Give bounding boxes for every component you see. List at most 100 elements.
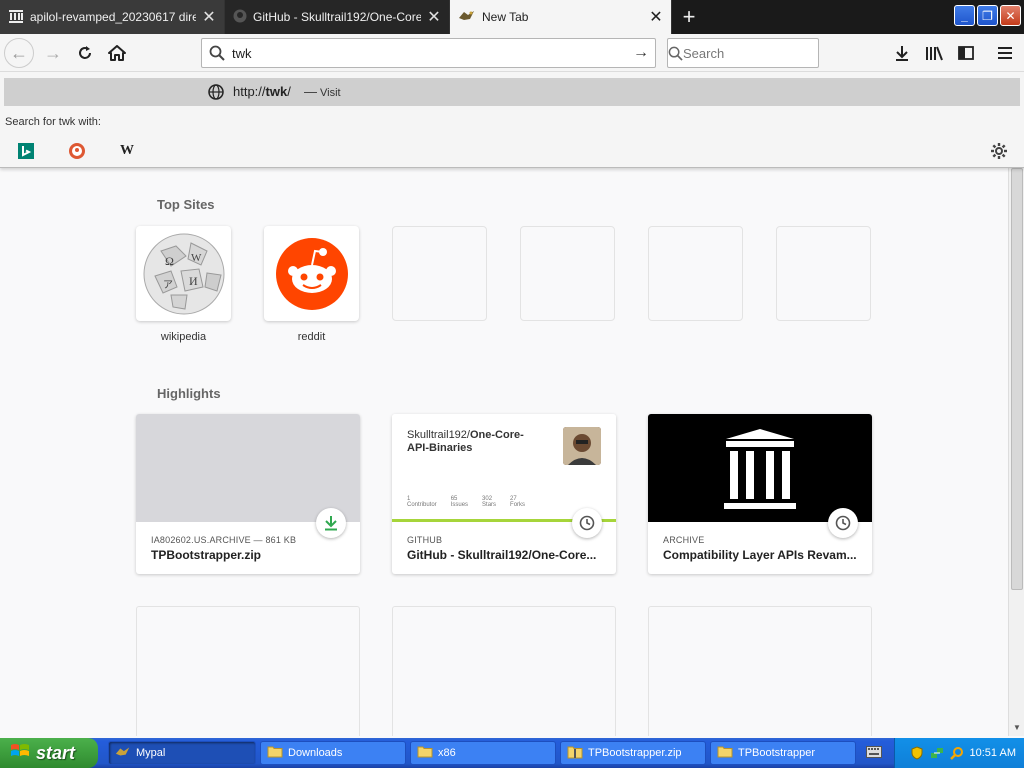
taskbar: start Mypal Downloads x86 TPBootstrapper… <box>0 738 1024 768</box>
search-for-label: Search for twk with: <box>5 116 101 128</box>
search-bar[interactable] <box>667 38 859 68</box>
top-site-empty[interactable] <box>392 226 487 321</box>
top-site-empty[interactable] <box>648 226 743 321</box>
archive-preview-thumbnail <box>648 414 872 522</box>
tab-close-icon[interactable]: ✕ <box>427 7 441 27</box>
windows-flag-icon <box>10 742 30 765</box>
back-arrow-icon[interactable]: ← <box>4 38 34 68</box>
svg-text:Ω: Ω <box>165 254 174 268</box>
github-preview-title: Skulltrail192/One-Core- API-Binaries <box>407 429 524 454</box>
close-window-icon[interactable]: ✕ <box>1000 5 1021 26</box>
window-controls: _ ❐ ✕ <box>954 0 1024 34</box>
tab-strip: apilol-revamped_20230617 directory ✕ Git… <box>0 0 1024 34</box>
new-tab-page: Top Sites Ω W И ア wikipedia reddit Highl… <box>0 168 1008 736</box>
mypal-icon <box>115 746 131 761</box>
highlight-card[interactable]: Skulltrail192/One-Core- API-Binaries 1 Con… <box>392 414 616 574</box>
network-icon[interactable] <box>930 746 944 760</box>
github-preview-thumbnail: Skulltrail192/One-Core- API-Binaries 1 Con… <box>392 414 616 522</box>
zip-folder-icon <box>567 745 583 762</box>
autocomplete-suggestion[interactable]: http://twk/ — Visit <box>4 78 1020 106</box>
taskbar-item-downloads[interactable]: Downloads <box>260 741 406 765</box>
restore-icon[interactable]: ❐ <box>977 5 998 26</box>
suggestion-action: Visit <box>320 87 341 99</box>
svg-text:W: W <box>191 252 202 264</box>
top-site-wikipedia[interactable]: Ω W И ア <box>136 226 231 321</box>
top-site-label: wikipedia <box>160 331 207 343</box>
reddit-icon <box>275 237 348 310</box>
search-icon <box>202 45 232 61</box>
archive-building-icon <box>724 429 796 509</box>
avatar <box>563 427 601 465</box>
downloads-icon[interactable] <box>889 40 915 66</box>
suggestion-url: http://twk/ <box>233 84 291 99</box>
taskbar-item-tpbootstrapper-zip[interactable]: TPBootstrapper.zip <box>560 741 706 765</box>
highlight-context: ARCHIVE <box>663 535 705 545</box>
highlight-placeholder <box>392 606 616 736</box>
top-sites-heading: Top Sites <box>157 197 215 212</box>
tab-close-icon[interactable]: ✕ <box>649 7 663 27</box>
highlight-title: TPBootstrapper.zip <box>151 548 262 562</box>
search-engine-bar: W <box>0 138 1024 164</box>
highlight-placeholder <box>648 606 872 736</box>
highlight-context: GITHUB <box>407 535 443 545</box>
clock: 10:51 AM <box>969 747 1016 759</box>
url-bar[interactable]: → <box>201 38 656 68</box>
highlight-placeholder <box>136 606 360 736</box>
gear-icon[interactable] <box>990 142 1008 160</box>
svg-text:И: И <box>189 274 198 288</box>
taskbar-item-x86[interactable]: x86 <box>410 741 556 765</box>
tab-title: New Tab <box>482 10 529 24</box>
duckduckgo-icon[interactable] <box>68 142 86 160</box>
suggestion-separator: — <box>304 84 317 99</box>
top-site-reddit[interactable] <box>264 226 359 321</box>
globe-icon <box>208 84 224 103</box>
svg-text:ア: ア <box>163 280 173 291</box>
tab-archive-directory[interactable]: apilol-revamped_20230617 directory ✕ <box>0 0 225 34</box>
reload-icon[interactable] <box>72 40 98 66</box>
highlight-title: GitHub - Skulltrail192/One-Core... <box>407 548 597 562</box>
tab-title: GitHub - Skulltrail192/One-Core-API <box>253 10 421 24</box>
new-tab-plus-icon[interactable]: + <box>672 0 706 34</box>
go-arrow-icon[interactable]: → <box>627 44 655 62</box>
forward-arrow-icon[interactable]: → <box>40 40 66 66</box>
wikipedia-globe-icon: Ω W И ア <box>143 233 224 314</box>
search-tray-icon[interactable] <box>949 746 964 760</box>
top-site-empty[interactable] <box>520 226 615 321</box>
download-icon <box>316 508 346 538</box>
tab-close-icon[interactable]: ✕ <box>202 7 216 27</box>
url-input[interactable] <box>232 45 627 61</box>
wikipedia-search-icon[interactable]: W <box>118 142 136 160</box>
start-label: start <box>36 742 76 763</box>
archive-icon <box>8 9 24 26</box>
keyboard-icon[interactable] <box>866 746 882 761</box>
folder-icon <box>267 745 283 761</box>
highlight-card[interactable]: IA802602.US.ARCHIVE — 861 KB TPBootstrap… <box>136 414 360 574</box>
start-button[interactable]: start <box>0 738 98 768</box>
taskbar-item-tpbootstrapper[interactable]: TPBootstrapper <box>710 741 856 765</box>
home-icon[interactable] <box>104 40 130 66</box>
scrollbar-thumb[interactable] <box>1011 168 1023 590</box>
url-autocomplete-popup: http://twk/ — Visit Search for twk with:… <box>0 72 1024 168</box>
clock-icon <box>572 508 602 538</box>
menu-hamburger-icon[interactable] <box>992 40 1018 66</box>
tab-new-tab[interactable]: New Tab ✕ <box>450 0 672 34</box>
scroll-down-arrow-icon[interactable]: ▼ <box>1011 720 1023 734</box>
sidebar-icon[interactable] <box>953 40 979 66</box>
highlight-card[interactable]: ARCHIVE Compatibility Layer APIs Revam..… <box>648 414 872 574</box>
navigation-toolbar: ← → → <box>0 34 1024 72</box>
library-icon[interactable] <box>921 40 947 66</box>
taskbar-item-mypal[interactable]: Mypal <box>108 741 256 765</box>
github-icon <box>233 9 247 26</box>
vertical-scrollbar[interactable]: ▼ <box>1008 168 1024 736</box>
search-input[interactable] <box>683 45 859 61</box>
security-shield-icon[interactable] <box>910 746 924 760</box>
bing-icon[interactable] <box>17 142 35 160</box>
tab-title: apilol-revamped_20230617 directory <box>30 10 196 24</box>
search-icon <box>668 46 683 61</box>
top-site-empty[interactable] <box>776 226 871 321</box>
tab-github[interactable]: GitHub - Skulltrail192/One-Core-API ✕ <box>225 0 450 34</box>
minimize-icon[interactable]: _ <box>954 5 975 26</box>
folder-icon <box>417 745 433 761</box>
github-preview-stats: 1 Contributor 65 Issues 302 Stars 27 Forks <box>407 496 526 508</box>
top-site-label: reddit <box>297 331 326 343</box>
